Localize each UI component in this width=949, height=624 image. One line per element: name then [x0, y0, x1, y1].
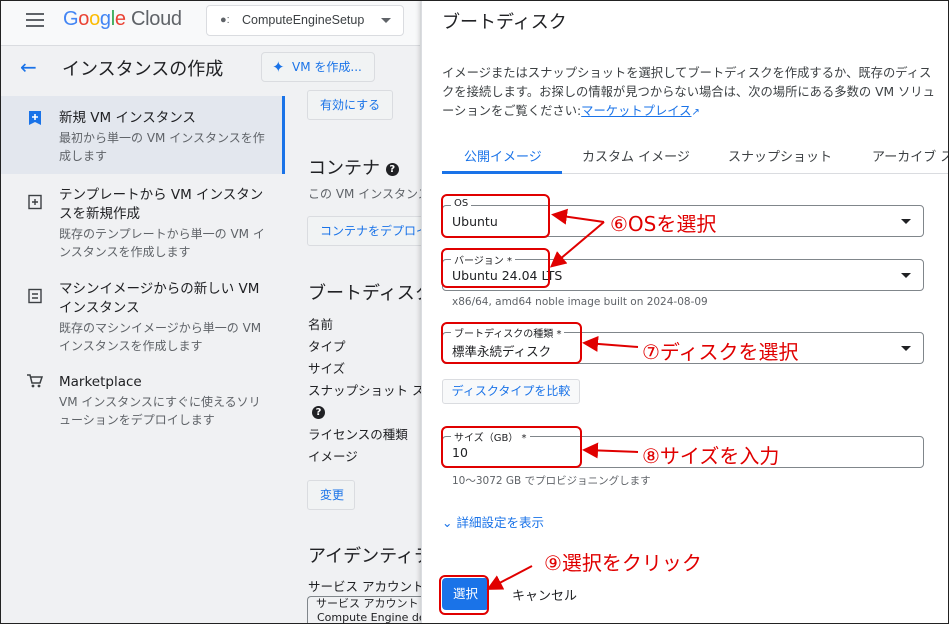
- annotation-step9: ⑨選択をクリック: [544, 551, 702, 575]
- annotation-step6: ⑥OSを選択: [610, 212, 717, 236]
- annotation-step8: ⑧サイズを入力: [642, 444, 780, 468]
- annotation-arrows: [486, 208, 639, 590]
- annotation-step7: ⑦ディスクを選択: [642, 340, 799, 364]
